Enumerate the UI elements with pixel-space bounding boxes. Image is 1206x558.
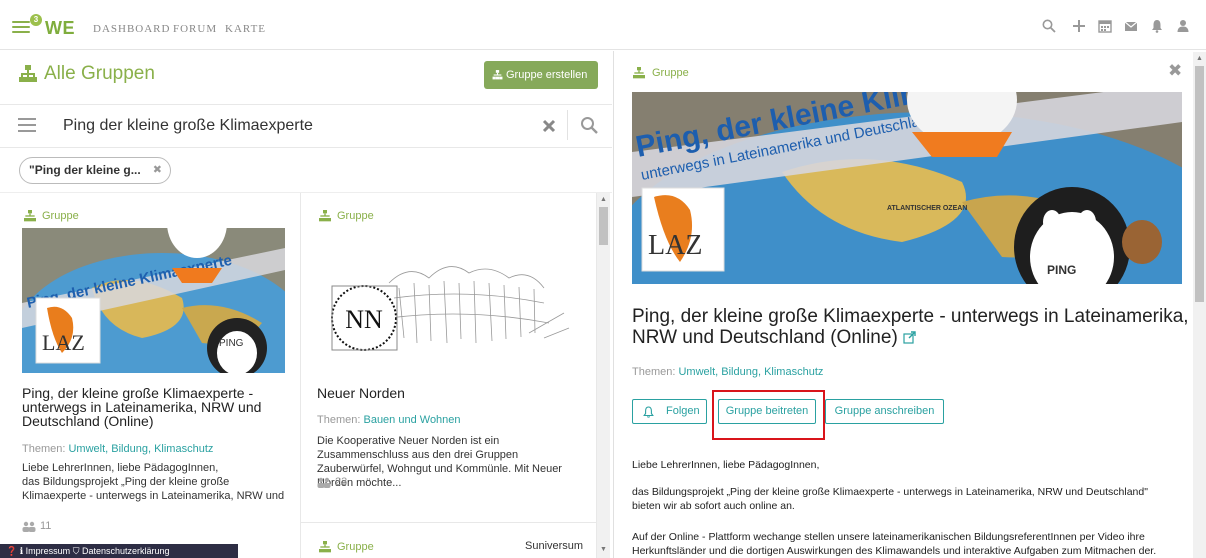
nav-dashboard[interactable]: DASHBOARD [93,23,170,35]
card-type-label: Gruppe [42,210,79,222]
group-icon [23,210,37,222]
highlight-box [712,390,825,440]
search-filter-chip[interactable]: "Ping der kleine g... ✖ [19,157,171,184]
search-divider [567,110,568,140]
member-count: 23 [335,476,348,488]
search-icon[interactable] [1042,19,1056,33]
scroll-up-icon[interactable]: ▲ [1196,55,1203,62]
detail-title: Ping, der kleine große Klimaexperte - un… [632,306,1189,348]
group-icon [318,210,332,222]
ping-text: PING [1047,263,1076,277]
filter-chip-label: "Ping der kleine g... [29,163,141,177]
laz-logo-text: LAZ [42,330,85,355]
datenschutz-link[interactable]: Datenschutzerklärung [82,546,170,556]
clear-search-icon[interactable] [542,119,556,133]
card-themes: Themen: Bauen und Wohnen [317,414,461,426]
card-title[interactable]: Ping, der kleine große Klimaexperte - un… [22,386,282,428]
detail-themes: Themen: Umwelt, Bildung, Klimaschutz [632,366,824,378]
impressum-link[interactable]: Impressum [26,546,71,556]
message-group-button[interactable]: Gruppe anschreiben [825,399,944,424]
follow-label: Folgen [666,405,700,417]
notification-badge: 3 [30,14,42,26]
nav-forum[interactable]: FORUM [173,23,217,35]
filter-menu-icon[interactable] [18,118,36,132]
card-title[interactable]: Neuer Norden [317,386,405,400]
ocean-label: ATLANTISCHER OZEAN [887,205,967,212]
plus-icon[interactable] [1072,19,1086,33]
card-description: Liebe LehrerInnen, liebe PädagogInnen, [22,462,219,474]
group-detail-image: Ping, der kleine Klimaexperte unterwegs … [632,92,1182,284]
footer-bar: ❓ ℹ Impressum ⛉ Datenschutzerklärung [0,544,238,558]
shield-icon: ⛉ [72,546,80,556]
bell-icon [643,406,654,418]
scroll-down-icon[interactable]: ▼ [600,546,607,553]
detail-paragraph: das Bildungsprojekt „Ping der kleine gro… [632,486,1148,512]
card-type-label: Gruppe [337,541,374,553]
card-description-2: das Bildungsprojekt „Ping der kleine gro… [22,476,285,502]
follow-button[interactable]: Folgen [632,399,707,424]
create-group-label: Gruppe erstellen [506,69,588,81]
card-description: Die Kooperative Neuer Norden ist ein Zus… [317,435,562,489]
external-link-icon[interactable] [903,331,916,344]
scroll-up-icon[interactable]: ▲ [600,196,607,203]
mail-icon[interactable] [1124,19,1138,33]
group-card[interactable]: Gruppe Ping, der kleine Klimaexperte LAZ… [0,193,301,558]
group-icon [18,65,38,83]
page-title: Alle Gruppen [44,63,155,84]
card-divider [301,522,597,523]
card-themes: Themen: Umwelt, Bildung, Klimaschutz [22,443,214,455]
member-count: 11 [40,520,52,532]
members-icon [317,477,331,488]
app-logo[interactable]: WE [45,18,75,39]
calendar-icon[interactable] [1098,19,1112,33]
search-icon[interactable] [580,116,598,134]
bell-icon[interactable] [1150,19,1164,33]
card-tag: Suniversum [525,540,584,552]
detail-paragraph: Auf der Online - Plattform wechange stel… [632,531,1157,557]
detail-type-label: Gruppe [652,67,689,79]
card-type-label: Gruppe [337,210,374,222]
list-scroll-thumb[interactable] [599,207,608,245]
detail-paragraph: Liebe LehrerInnen, liebe PädagogInnen, [632,459,820,471]
group-icon [492,70,503,80]
detail-scroll-thumb[interactable] [1195,66,1204,302]
group-card-image: NN [329,243,579,368]
info-icon[interactable]: ℹ [20,546,23,556]
close-icon[interactable]: ✖ [1168,61,1182,81]
user-icon[interactable] [1176,19,1190,33]
top-bar: 3 WE DASHBOARD FORUM KARTE [0,0,1206,50]
group-icon [632,67,646,79]
nav-karte[interactable]: KARTE [225,23,266,35]
create-group-button[interactable]: Gruppe erstellen [484,61,598,89]
group-card-image: Ping, der kleine Klimaexperte LAZ PING [22,228,285,373]
search-input[interactable]: Ping der kleine große Klimaexperte [63,117,313,135]
group-card[interactable]: Gruppe NN Neuer Norden Themen: Bauen und… [301,193,597,558]
ping-text: PING [219,338,244,349]
list-scrollbar[interactable]: ▲ ▼ [597,193,610,558]
remove-filter-icon[interactable]: ✖ [153,158,162,183]
laz-logo-text: LAZ [648,230,702,261]
menu-icon[interactable] [12,21,30,33]
nn-logo-text: NN [345,305,383,334]
group-icon [318,541,332,553]
help-icon[interactable]: ❓ [6,546,17,556]
members-icon [22,521,36,532]
group-cards: Gruppe Ping, der kleine Klimaexperte LAZ… [0,192,612,558]
detail-scrollbar[interactable]: ▲ [1193,52,1206,558]
